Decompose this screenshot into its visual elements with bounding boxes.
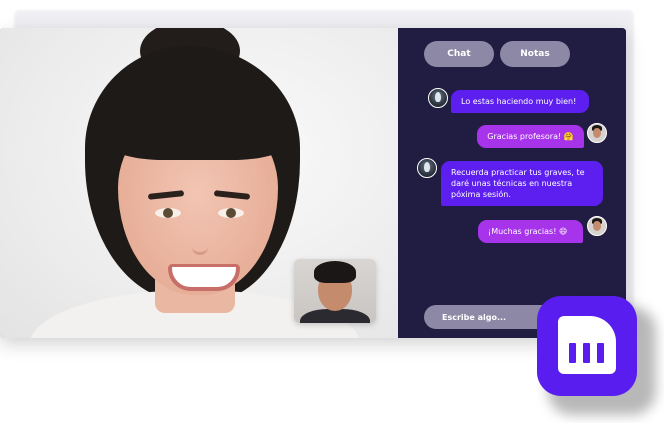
chat-message: Recuerda practicar tus graves, te daré u… xyxy=(441,161,603,206)
message-input[interactable]: Escribe algo... xyxy=(424,305,554,329)
student-avatar xyxy=(587,216,607,236)
tab-chat[interactable]: Chat xyxy=(424,41,494,67)
chat-message: Lo estas haciendo muy bien! xyxy=(451,90,589,113)
logo-text-class: CLASS xyxy=(572,387,602,394)
chat-message: ¡Muchas gracias! 😄 xyxy=(478,220,583,243)
remote-video-feed xyxy=(0,28,398,338)
tab-notas[interactable]: Notas xyxy=(500,41,570,67)
video-call-window: Chat Notas Lo estas haciendo muy bien! G… xyxy=(0,28,626,338)
musik-class-logo: MUSIK CLASS xyxy=(537,296,637,396)
chat-tabs: Chat Notas xyxy=(424,41,570,67)
chat-message: Gracias profesora! 🤗 xyxy=(477,125,584,148)
teacher-avatar xyxy=(417,158,437,178)
self-view-video[interactable] xyxy=(294,259,376,323)
chat-panel: Chat Notas Lo estas haciendo muy bien! G… xyxy=(398,28,626,338)
teacher-avatar xyxy=(428,88,448,108)
app-root: Chat Notas Lo estas haciendo muy bien! G… xyxy=(0,0,664,423)
piano-icon: MUSIK CLASS xyxy=(558,316,616,394)
student-avatar xyxy=(587,123,607,143)
